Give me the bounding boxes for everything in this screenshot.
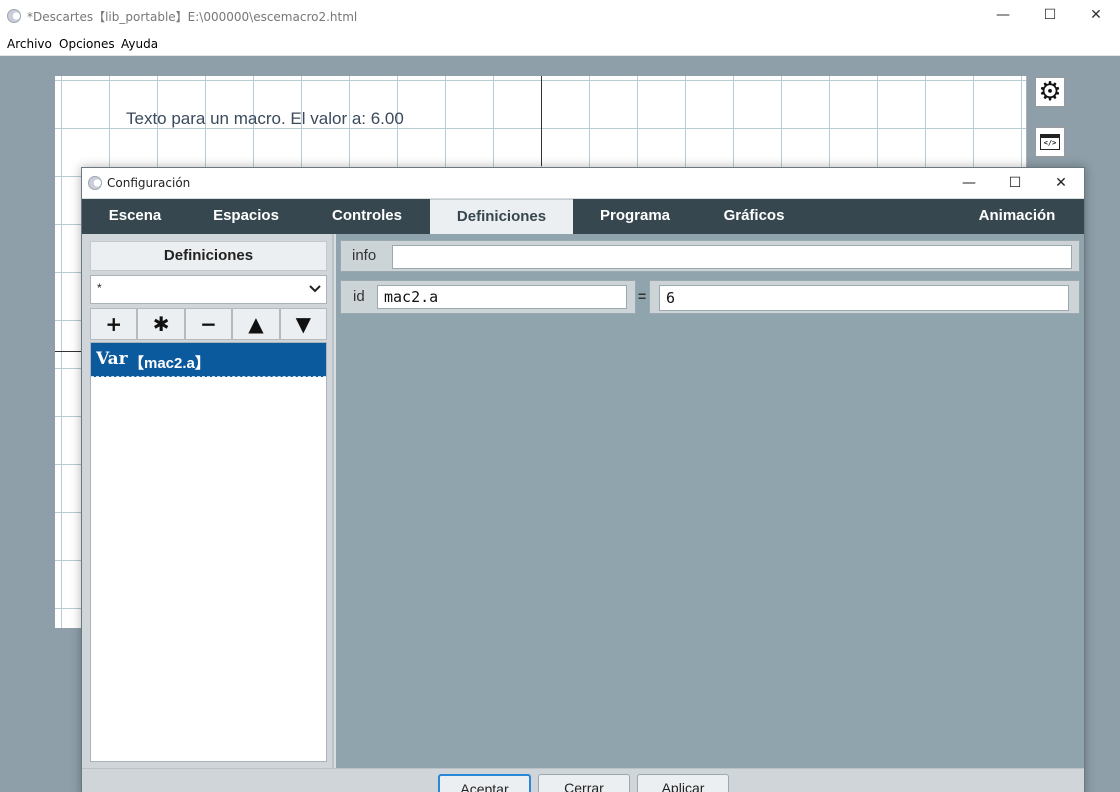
info-label: info (352, 247, 377, 264)
main-titlebar: *Descartes【lib_portable】E:\000000\escema… (0, 0, 1120, 31)
id-row: id mac2.a (340, 280, 636, 314)
tab-escena[interactable]: Escena (82, 199, 188, 234)
definition-editor: info id mac2.a = 6 (336, 234, 1084, 768)
code-window-icon: </> (1040, 134, 1060, 150)
menu-ayuda[interactable]: Ayuda (121, 37, 158, 51)
settings-button[interactable]: ⚙ (1035, 77, 1065, 107)
clone-button[interactable]: ✱ (137, 308, 185, 340)
tab-bar: Escena Espacios Controles Definiciones P… (82, 199, 1084, 234)
list-item[interactable]: Var 【mac2.a】 (91, 343, 326, 377)
dialog-title: Configuración (107, 176, 191, 190)
expression-row: 6 (649, 280, 1080, 314)
descartes-app-icon (88, 176, 102, 190)
accept-button[interactable]: Aceptar (438, 774, 531, 792)
id-input[interactable]: mac2.a (377, 285, 627, 309)
move-down-button[interactable]: ▼ (279, 308, 328, 340)
menu-archivo[interactable]: Archivo (7, 37, 52, 51)
tab-controles[interactable]: Controles (304, 199, 430, 234)
dialog-minimize-button[interactable]: — (946, 168, 992, 198)
tab-programa[interactable]: Programa (573, 199, 697, 234)
y-axis (541, 76, 542, 166)
scene-text: Texto para un macro. El valor a: 6.00 (126, 109, 404, 128)
tab-animacion[interactable]: Animación (962, 199, 1072, 234)
info-input[interactable] (392, 245, 1072, 269)
window-title: *Descartes【lib_portable】E:\000000\escema… (27, 10, 358, 24)
definitions-header: Definiciones (90, 241, 327, 271)
definitions-list: Var 【mac2.a】 (90, 342, 327, 762)
info-row: info (340, 240, 1080, 272)
item-name: 【mac2.a】 (129, 355, 210, 372)
menu-opciones[interactable]: Opciones (59, 37, 115, 51)
dialog-titlebar: Configuración — ☐ ✕ (82, 168, 1084, 198)
minimize-button[interactable]: — (980, 0, 1026, 31)
cancel-button[interactable]: Cerrar (538, 774, 630, 792)
descartes-app-icon (7, 9, 21, 23)
tab-definiciones[interactable]: Definiciones (430, 199, 573, 234)
expression-input[interactable]: 6 (659, 285, 1069, 311)
gear-icon: ⚙ (1038, 77, 1062, 107)
tab-graficos[interactable]: Gráficos (697, 199, 811, 234)
item-type: Var (96, 349, 128, 369)
dialog-close-button[interactable]: ✕ (1038, 168, 1084, 198)
list-toolbar: + ✱ − ▲ ▼ (90, 308, 328, 340)
config-dialog: Configuración — ☐ ✕ Escena Espacios Cont… (81, 167, 1085, 792)
id-label: id (353, 288, 365, 305)
maximize-button[interactable]: ☐ (1027, 0, 1073, 31)
dialog-footer: Aceptar Cerrar Aplicar (82, 768, 1084, 792)
chevron-down-icon (309, 285, 321, 293)
remove-button[interactable]: − (184, 308, 233, 340)
definitions-filter-select[interactable]: * (90, 275, 327, 304)
code-view-button[interactable]: </> (1035, 127, 1065, 157)
menu-bar: Archivo Opciones Ayuda (0, 31, 1120, 56)
dialog-maximize-button[interactable]: ☐ (992, 168, 1038, 198)
tab-espacios[interactable]: Espacios (188, 199, 304, 234)
close-button[interactable]: ✕ (1073, 0, 1119, 31)
move-up-button[interactable]: ▲ (232, 308, 280, 340)
add-button[interactable]: + (90, 308, 138, 340)
equals-sign: = (638, 288, 647, 304)
filter-value: * (97, 281, 102, 295)
apply-button[interactable]: Aplicar (637, 774, 729, 792)
definitions-list-panel: Definiciones * + ✱ − ▲ ▼ Var 【mac2.a】 (82, 234, 334, 768)
